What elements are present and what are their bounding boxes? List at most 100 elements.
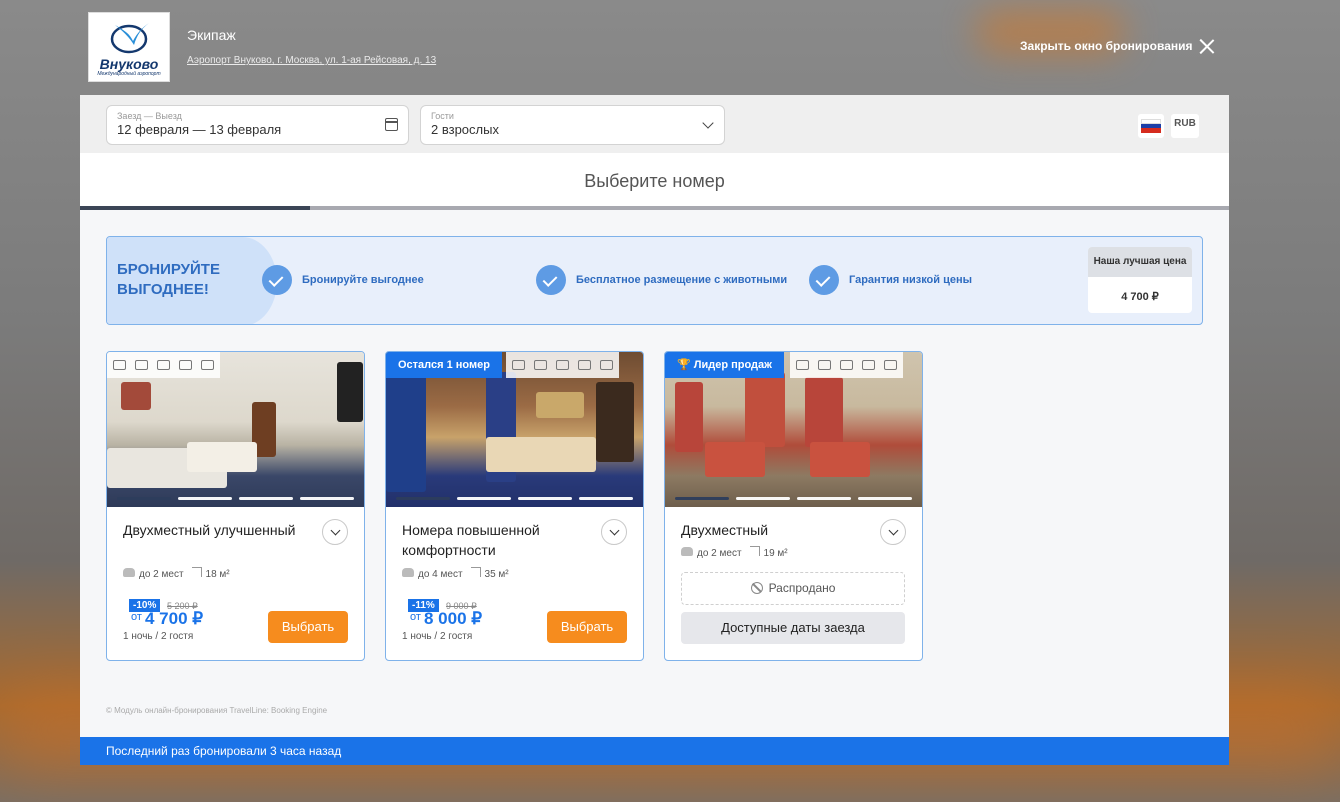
hotel-logo: Внуково Международный аэропорт [88,12,170,82]
room-specs: до 2 мест 19 м² [681,546,788,559]
room-name[interactable]: Двухместный улучшенный [123,520,313,540]
unavailable-icon [750,582,763,594]
hotel-address-link[interactable]: Аэропорт Внуково, г. Москва, ул. 1-ая Ре… [187,55,436,66]
recent-booking-bar: Последний раз бронировали 3 часа назад [80,737,1229,765]
currency-selector[interactable]: RUB [1171,114,1199,138]
logo-text: Внуково [99,56,159,72]
expand-details-button[interactable] [322,519,348,545]
search-bar: Заезд — Выезд 12 февраля — 13 февраля Го… [80,95,1229,153]
dates-label: Заезд — Выезд [117,111,182,121]
guests-icon [681,546,693,556]
bird-logo-icon [110,23,149,54]
hairdryer-icon [179,360,192,370]
page-title: Выберите номер [584,171,725,191]
check-icon [809,265,839,295]
dates-field[interactable]: Заезд — Выезд 12 февраля — 13 февраля [106,105,409,145]
price-prefix: от [410,611,421,623]
select-room-button[interactable]: Выбрать [547,611,627,643]
stay-conditions: 1 ночь / 2 гостя [123,631,194,642]
perk-item: Бронируйте выгоднее [262,265,424,295]
stay-conditions: 1 ночь / 2 гостя [402,631,473,642]
rooms-left-badge: Остался 1 номер [386,352,502,378]
area: 35 м² [484,569,509,580]
pets-icon [512,360,525,370]
best-price-box: Наша лучшая цена 4 700 ₽ [1088,247,1192,313]
tv-icon [884,360,897,370]
room-card: Остался 1 номер Номера повышенной комфор… [385,351,644,661]
capacity: до 2 мест [139,568,184,580]
safe-icon [600,360,613,370]
price-prefix: от [131,611,142,623]
room-photo[interactable] [107,352,364,507]
check-icon [536,265,566,295]
guests-icon [402,567,414,577]
copyright: © Модуль онлайн-бронирования TravelLine:… [106,706,328,715]
close-icon [1199,38,1215,54]
perk-item: Бесплатное размещение с животными [536,265,787,295]
step-progress-bar [80,206,1229,210]
guests-field[interactable]: Гости 2 взрослых [420,105,725,145]
wifi-icon [534,360,547,370]
capacity: до 4 мест [418,568,463,580]
expand-details-button[interactable] [880,519,906,545]
price: 4 700 ₽ [145,609,204,628]
area-icon [470,567,481,577]
area: 19 м² [763,548,788,559]
photo-pagination [675,497,912,500]
perk-label: Бронируйте выгоднее [302,274,424,286]
logo-subtitle: Международный аэропорт [97,71,161,77]
area-icon [191,567,202,577]
guests-icon [123,567,135,577]
best-price-label: Наша лучшая цена [1088,247,1192,277]
room-card: 🏆 Лидер продаж Двухместный до 2 мест 19 … [664,351,923,661]
promo-title: БРОНИРУЙТЕ ВЫГОДНЕЕ! [117,261,220,298]
amenities-bar [790,352,903,378]
room-specs: до 2 мест 18 м² [123,567,230,580]
ac-icon [556,360,569,370]
amenities-bar [107,352,220,378]
photo-pagination [117,497,354,500]
wifi-icon [135,360,148,370]
title-band: Выберите номер [80,153,1229,208]
expand-details-button[interactable] [601,519,627,545]
photo-pagination [396,497,633,500]
wifi-icon [818,360,831,370]
available-dates-button[interactable]: Доступные даты заезда [681,612,905,644]
calendar-icon [385,118,398,131]
sold-out-label: Распродано [768,581,836,595]
room-name[interactable]: Двухместный [681,520,871,540]
price: 8 000 ₽ [424,609,483,628]
room-photo[interactable]: Остался 1 номер [386,352,643,507]
ac-icon [157,360,170,370]
bestseller-label: Лидер продаж [693,359,772,371]
room-card: Двухместный улучшенный до 2 мест 18 м² -… [106,351,365,661]
booking-panel: Заезд — Выезд 12 февраля — 13 февраля Го… [80,95,1229,737]
ru-flag-icon[interactable] [1138,114,1164,138]
amenities-bar [506,352,619,378]
promo-banner: БРОНИРУЙТЕ ВЫГОДНЕЕ! Бронируйте выгоднее… [106,236,1203,325]
area-icon [749,546,760,556]
shower-icon [201,360,214,370]
room-name[interactable]: Номера повышенной комфортности [402,520,592,560]
dates-value: 12 февраля — 13 февраля [117,122,282,137]
best-price-value: 4 700 ₽ [1121,291,1159,303]
hotel-name: Экипаж [187,27,236,43]
close-booking-button[interactable]: Закрыть окно бронирования [1020,37,1215,55]
perk-item: Гарантия низкой цены [809,265,972,295]
progress-fill [80,206,310,210]
bed-icon [840,360,853,370]
close-booking-label: Закрыть окно бронирования [1020,39,1193,53]
room-photo[interactable]: 🏆 Лидер продаж [665,352,922,507]
perk-label: Бесплатное размещение с животными [576,274,788,286]
guests-label: Гости [431,111,454,121]
sold-out-notice: Распродано [681,572,905,605]
capacity: до 2 мест [697,547,742,559]
bed-icon [578,360,591,370]
trophy-icon: 🏆 [677,359,694,371]
guests-value: 2 взрослых [431,122,499,137]
check-icon [262,265,292,295]
pets-icon [796,360,809,370]
bestseller-badge: 🏆 Лидер продаж [665,352,784,378]
select-room-button[interactable]: Выбрать [268,611,348,643]
room-specs: до 4 мест 35 м² [402,567,509,580]
